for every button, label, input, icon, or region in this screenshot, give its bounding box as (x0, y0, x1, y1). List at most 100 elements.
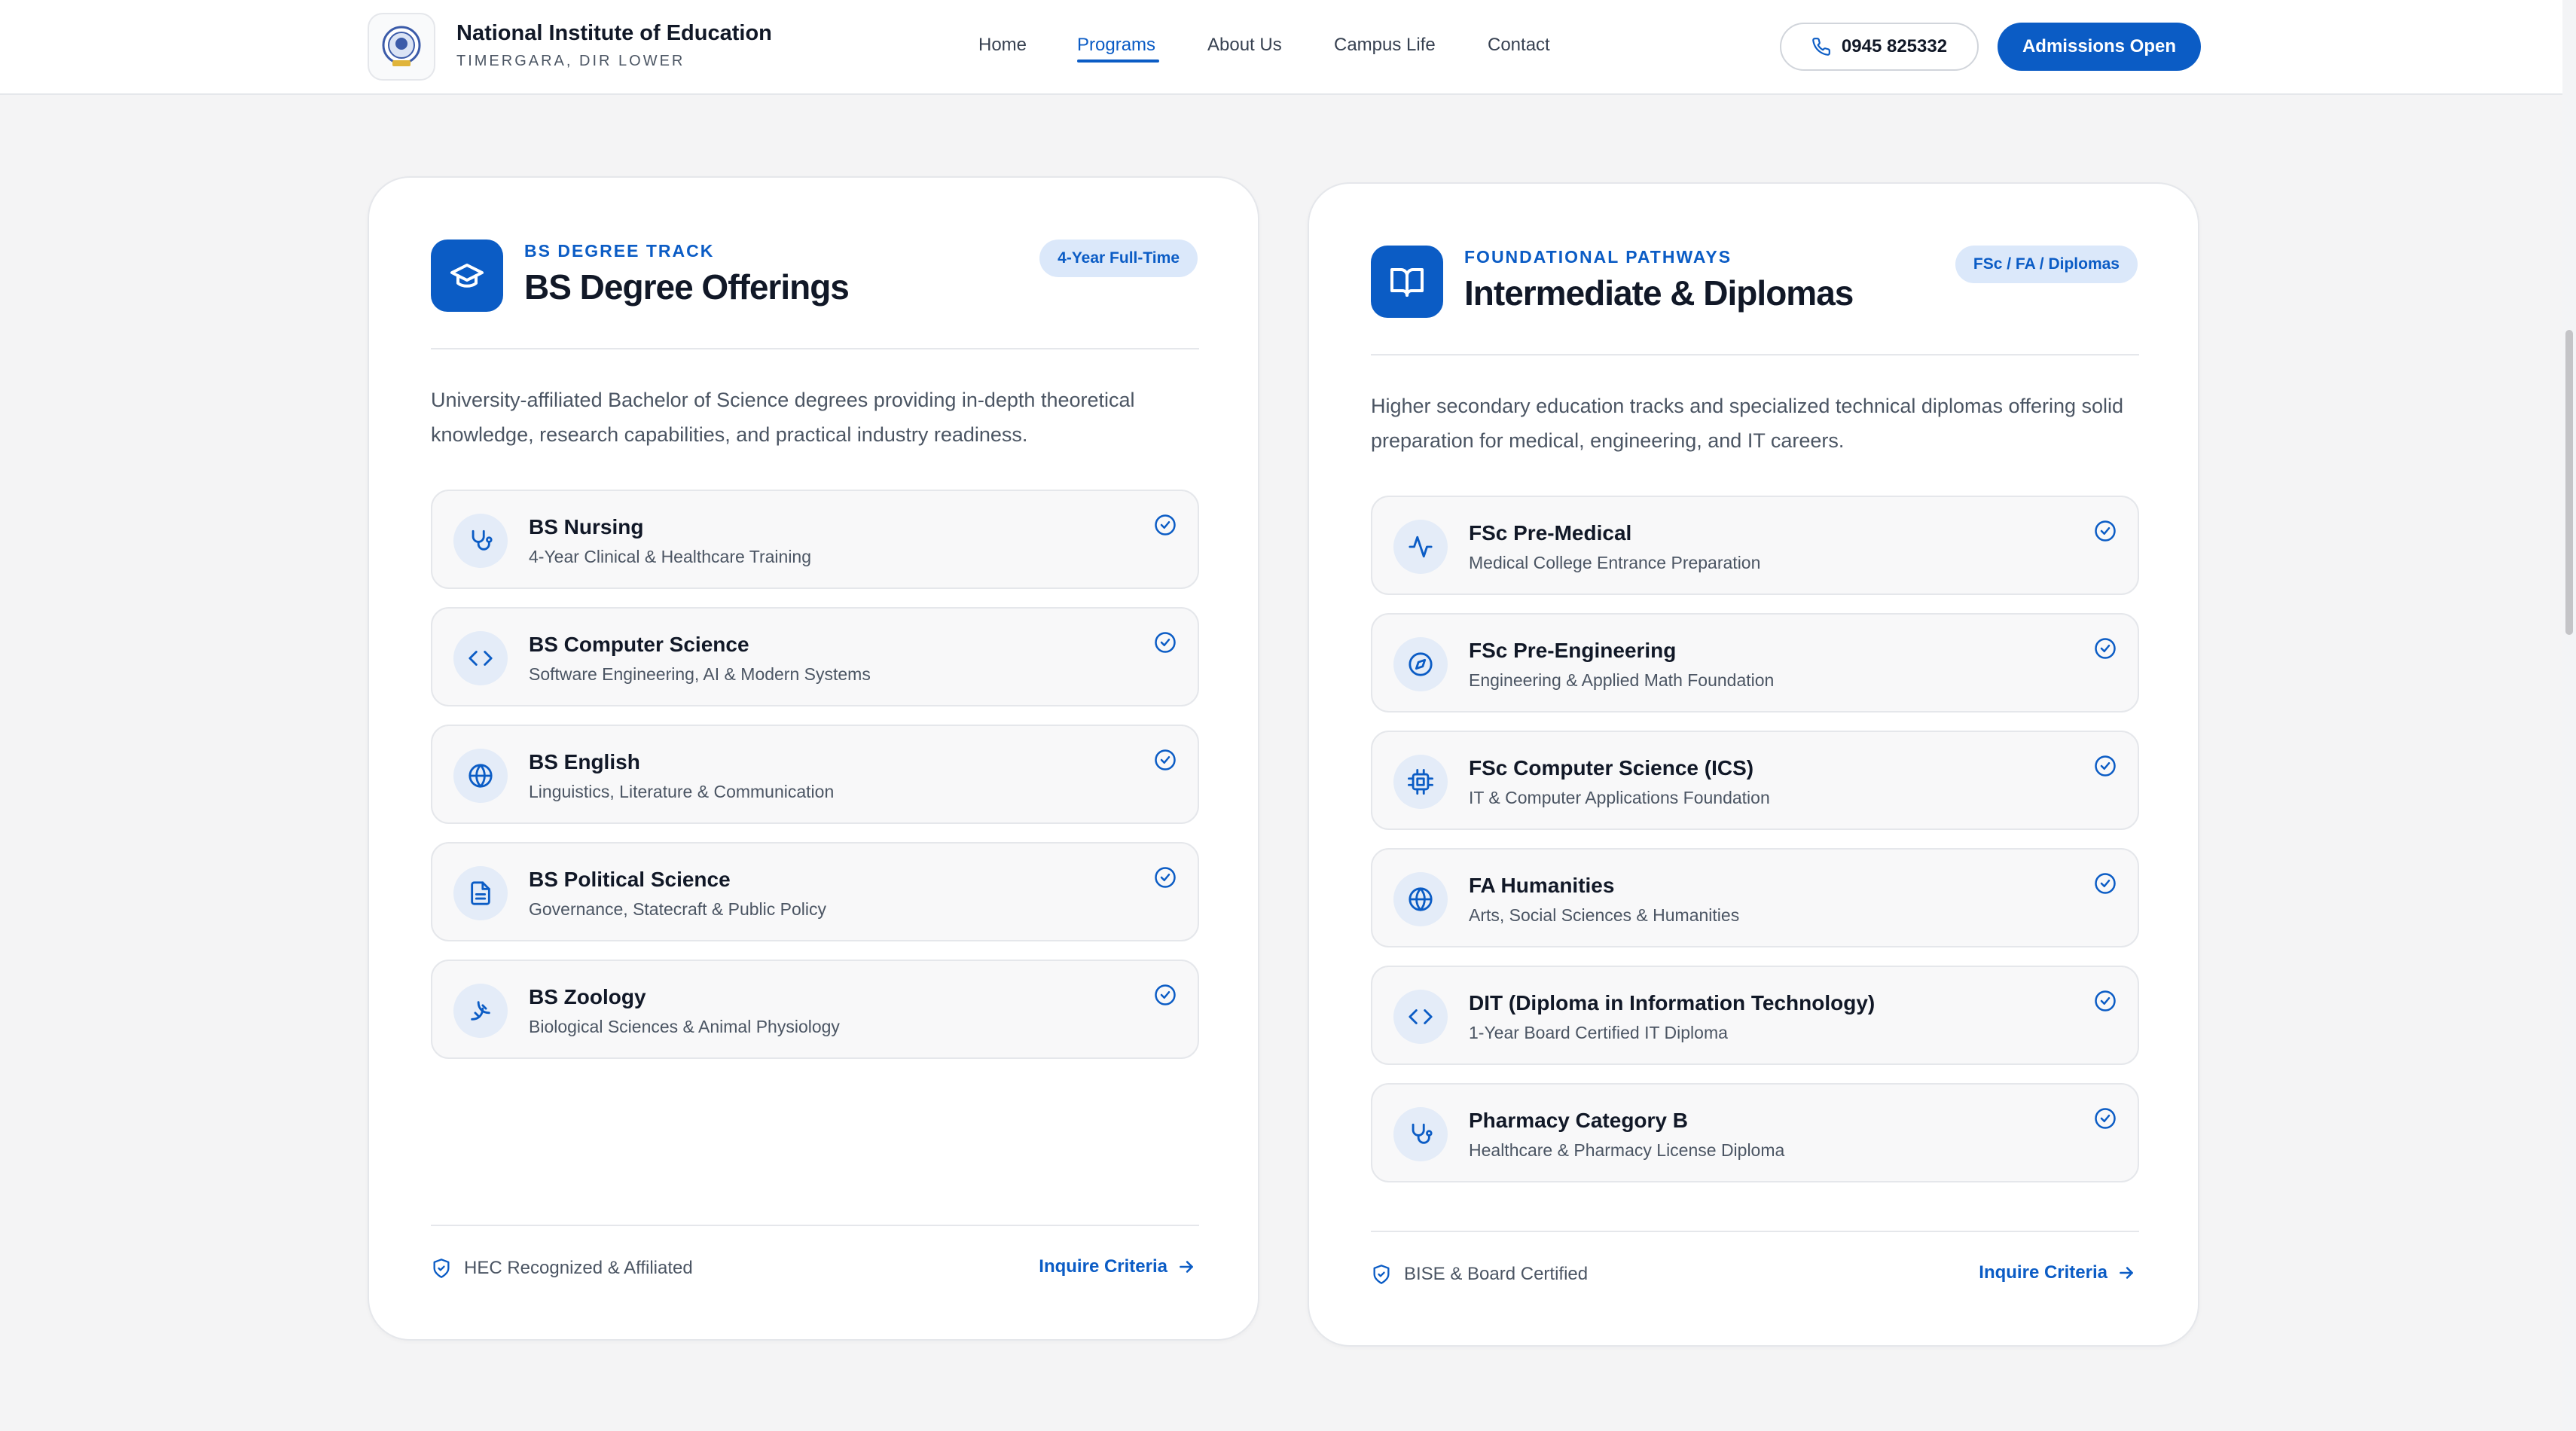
program-item-bs-english[interactable]: BS English Linguistics, Literature & Com… (431, 725, 1199, 824)
certification-badge: BISE & Board Certified (1371, 1264, 1588, 1285)
program-subtitle: Governance, Statecraft & Public Policy (529, 899, 827, 919)
check-circle-icon (1155, 867, 1176, 888)
inquire-criteria-link[interactable]: Inquire Criteria (1979, 1262, 2136, 1283)
scrollbar-thumb[interactable] (2565, 330, 2573, 635)
check-circle-icon (1155, 514, 1176, 535)
phone-icon (1812, 38, 1830, 56)
program-item-pharmacy-category-b[interactable]: Pharmacy Category B Healthcare & Pharmac… (1371, 1083, 2139, 1182)
inquire-criteria-link[interactable]: Inquire Criteria (1039, 1256, 1196, 1277)
scrollbar-track[interactable] (2562, 0, 2576, 1431)
program-title: FSc Pre-Engineering (1469, 639, 1677, 662)
program-item-bs-nursing[interactable]: BS Nursing 4-Year Clinical & Healthcare … (431, 490, 1199, 589)
program-item-fsc-pre-engineering[interactable]: FSc Pre-Engineering Engineering & Applie… (1371, 613, 2139, 712)
inquire-criteria-label: Inquire Criteria (1979, 1262, 2107, 1283)
programs-badge: FSc / FA / Diplomas (1955, 246, 2138, 283)
globe-icon (453, 749, 508, 803)
card-description: University-affiliated Bachelor of Scienc… (431, 389, 1135, 446)
check-circle-icon (1155, 984, 1176, 1005)
institute-logo[interactable] (368, 13, 435, 81)
nav-active-indicator (1077, 59, 1159, 63)
card-eyebrow: FOUNDATIONAL PATHWAYS (1464, 247, 1732, 267)
shield-check-icon (1373, 1265, 1390, 1284)
pulse-icon (1393, 520, 1448, 574)
inquire-criteria-label: Inquire Criteria (1039, 1256, 1167, 1277)
program-title: BS Political Science (529, 868, 731, 891)
program-title: FSc Computer Science (ICS) (1469, 756, 1754, 780)
program-item-fsc-computer-science[interactable]: FSc Computer Science (ICS) IT & Computer… (1371, 731, 2139, 830)
check-circle-icon (2095, 755, 2116, 777)
program-item-bs-zoology[interactable]: BS Zoology Biological Sciences & Animal … (431, 960, 1199, 1059)
bs-degree-card: BS DEGREE TRACK BS Degree Offerings 4-Ye… (368, 176, 1259, 1341)
document-icon (453, 866, 508, 920)
cpu-icon (1393, 755, 1448, 809)
program-title: BS Computer Science (529, 633, 749, 656)
code-icon (1393, 990, 1448, 1044)
nav-contact[interactable]: Contact (1488, 35, 1550, 56)
program-title: FA Humanities (1469, 874, 1615, 897)
code-icon (453, 631, 508, 685)
program-subtitle: Engineering & Applied Math Foundation (1469, 670, 1775, 690)
check-circle-icon (1155, 749, 1176, 770)
dna-icon (453, 984, 508, 1038)
brand-subtitle: TIMERGARA, DIR LOWER (456, 53, 685, 69)
divider (1371, 354, 2139, 355)
open-book-icon (1371, 246, 1443, 318)
nav-programs[interactable]: Programs (1077, 35, 1155, 56)
program-subtitle: Arts, Social Sciences & Humanities (1469, 905, 1740, 925)
certification-text: BISE & Board Certified (1404, 1264, 1589, 1284)
program-subtitle: Healthcare & Pharmacy License Diploma (1469, 1140, 1785, 1160)
program-item-dit[interactable]: DIT (Diploma in Information Technology) … (1371, 966, 2139, 1065)
program-title: BS English (529, 750, 640, 773)
nav-about-us[interactable]: About Us (1207, 35, 1282, 56)
program-subtitle: 1-Year Board Certified IT Diploma (1469, 1023, 1728, 1042)
check-circle-icon (2095, 873, 2116, 894)
check-circle-icon (2095, 990, 2116, 1011)
admissions-open-button[interactable]: Admissions Open (1998, 23, 2201, 71)
phone-number: 0945 825332 (1841, 36, 1948, 56)
check-circle-icon (2095, 520, 2116, 542)
program-title: Pharmacy Category B (1469, 1109, 1689, 1132)
stethoscope-icon (453, 514, 508, 568)
program-subtitle: Linguistics, Literature & Communication (529, 782, 835, 801)
nav-home[interactable]: Home (978, 35, 1027, 56)
seal-icon (382, 26, 421, 66)
globe-icon (1393, 872, 1448, 926)
program-title: DIT (Diploma in Information Technology) (1469, 991, 1876, 1015)
intermediate-diplomas-card: FOUNDATIONAL PATHWAYS Intermediate & Dip… (1308, 182, 2199, 1347)
program-subtitle: Software Engineering, AI & Modern System… (529, 664, 871, 684)
program-subtitle: Medical College Entrance Preparation (1469, 553, 1761, 572)
program-item-fa-humanities[interactable]: FA Humanities Arts, Social Sciences & Hu… (1371, 848, 2139, 947)
divider (431, 348, 1199, 349)
footer-divider (1371, 1231, 2139, 1232)
program-subtitle: 4-Year Clinical & Healthcare Training (529, 547, 812, 566)
stethoscope-icon (1393, 1107, 1448, 1161)
duration-badge: 4-Year Full-Time (1039, 240, 1198, 277)
footer-divider (431, 1225, 1199, 1226)
card-eyebrow: BS DEGREE TRACK (524, 241, 715, 261)
program-title: BS Zoology (529, 985, 646, 1008)
compass-icon (1393, 637, 1448, 691)
nav-campus-life[interactable]: Campus Life (1334, 35, 1436, 56)
brand-title[interactable]: National Institute of Education (456, 21, 772, 46)
phone-button[interactable]: 0945 825332 (1780, 23, 1979, 71)
program-item-bs-political-science[interactable]: BS Political Science Governance, Statecr… (431, 842, 1199, 941)
card-title: BS Degree Offerings (524, 267, 850, 307)
program-item-fsc-pre-medical[interactable]: FSc Pre-Medical Medical College Entrance… (1371, 496, 2139, 595)
program-item-bs-computer-science[interactable]: BS Computer Science Software Engineering… (431, 607, 1199, 706)
program-subtitle: Biological Sciences & Animal Physiology (529, 1017, 840, 1036)
arrow-right-icon (1180, 1261, 1193, 1273)
card-title: Intermediate & Diplomas (1464, 273, 1854, 313)
program-title: BS Nursing (529, 515, 644, 539)
program-title: FSc Pre-Medical (1469, 521, 1632, 545)
arrow-right-icon (2120, 1267, 2133, 1279)
accreditation-badge: HEC Recognized & Affiliated (431, 1258, 693, 1279)
top-navbar: National Institute of Education TIMERGAR… (0, 0, 2576, 95)
check-circle-icon (1155, 632, 1176, 653)
card-description: Higher secondary education tracks and sp… (1371, 395, 2124, 452)
program-subtitle: IT & Computer Applications Foundation (1469, 788, 1770, 807)
accreditation-text: HEC Recognized & Affiliated (464, 1258, 693, 1278)
check-circle-icon (2095, 638, 2116, 659)
graduation-cap-icon (431, 240, 503, 312)
check-circle-icon (2095, 1108, 2116, 1129)
shield-check-icon (433, 1259, 450, 1278)
